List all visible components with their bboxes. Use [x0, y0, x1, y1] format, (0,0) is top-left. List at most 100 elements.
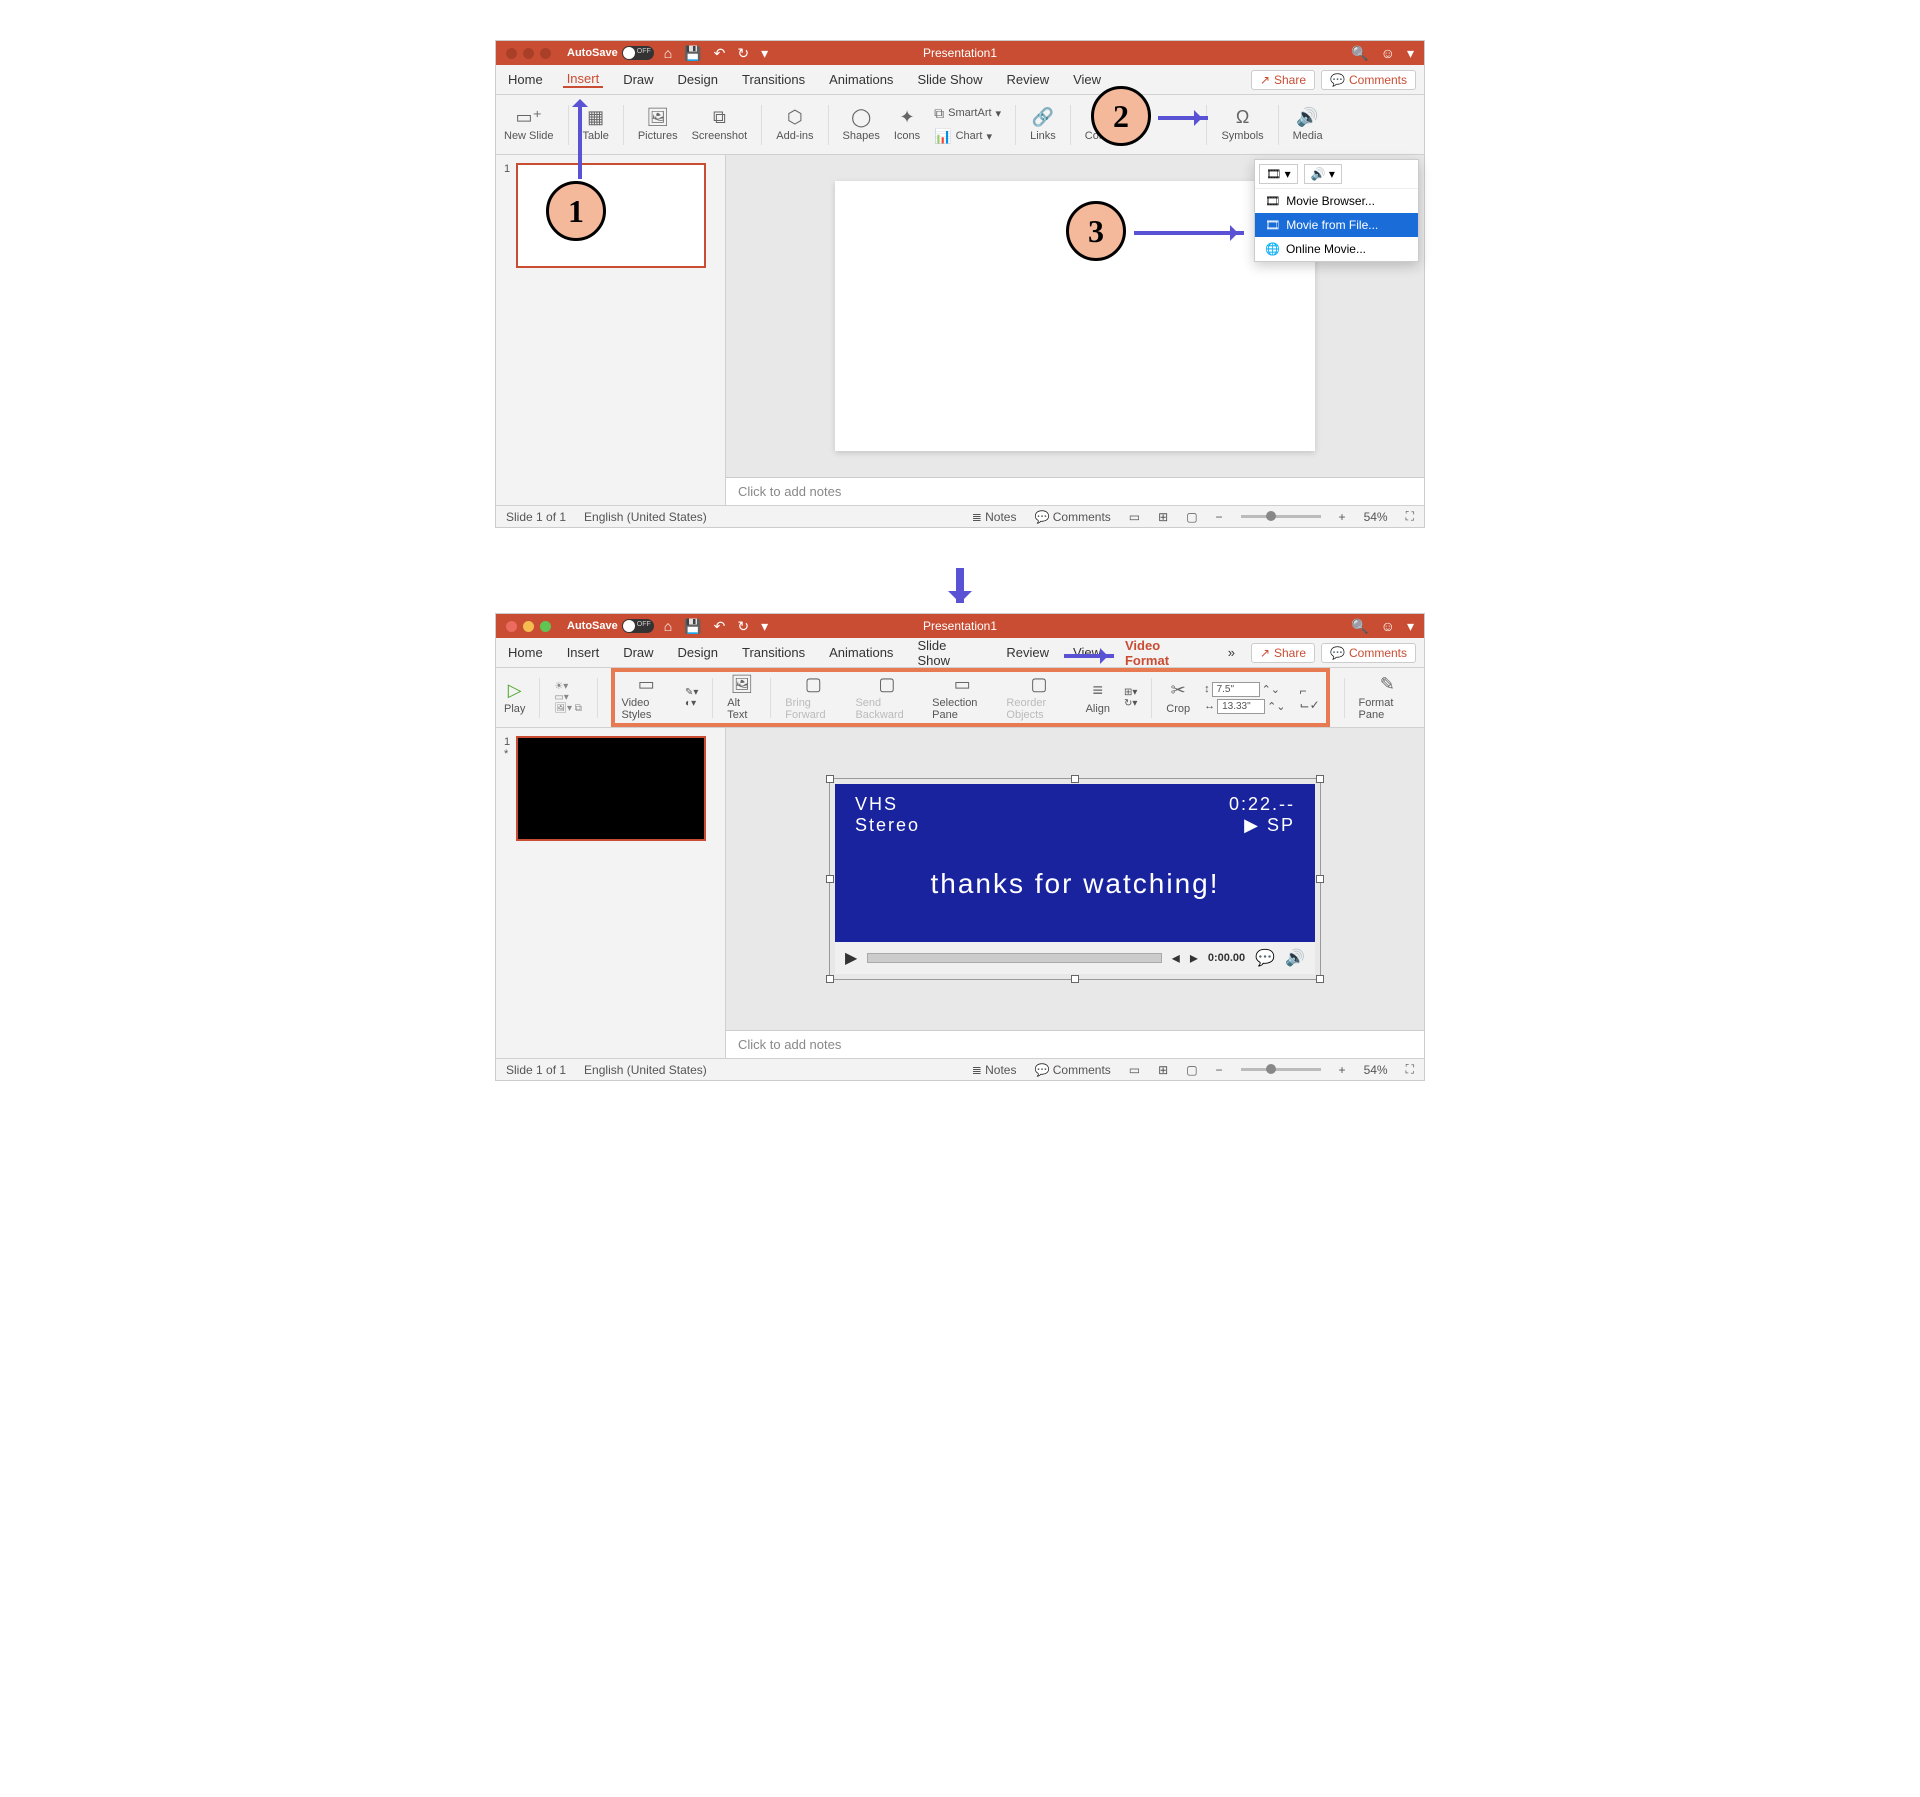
zoom-in[interactable]: + [1339, 510, 1346, 524]
crop-button[interactable]: ✂Crop [1166, 680, 1190, 715]
menu-online-movie[interactable]: 🌐 Online Movie... [1255, 237, 1418, 261]
tab-draw[interactable]: Draw [619, 72, 657, 87]
caption-icon[interactable]: 💬 [1255, 948, 1275, 968]
slide-thumbnail[interactable] [516, 163, 706, 268]
min-btn[interactable] [523, 48, 534, 59]
inserted-video[interactable]: VHS0:22.-- Stereo▶ SP thanks for watchin… [835, 784, 1315, 974]
tab-transitions[interactable]: Transitions [738, 645, 809, 660]
fit-icon[interactable]: ⛶ [1406, 509, 1414, 524]
max-btn[interactable] [540, 48, 551, 59]
notes-toggle[interactable]: ≣ Notes [972, 510, 1017, 524]
format-pane-button[interactable]: ✎Format Pane [1359, 674, 1416, 721]
tab-home[interactable]: Home [504, 72, 547, 87]
max-btn[interactable] [540, 621, 551, 632]
comments-toggle[interactable]: 💬 Comments [1034, 510, 1110, 524]
menu-movie-from-file[interactable]: 🎞 Movie from File... [1255, 213, 1418, 237]
tab-more[interactable]: » [1228, 645, 1235, 660]
view-sorter-icon[interactable]: ⊞ [1158, 510, 1168, 524]
tab-view[interactable]: View [1069, 72, 1105, 87]
links-button[interactable]: 🔗Links [1030, 107, 1056, 142]
search-icon[interactable]: 🔍 [1351, 45, 1368, 62]
thumbnail-panel-2[interactable]: 1* [496, 728, 726, 1058]
thumbnail-panel[interactable]: 1 [496, 155, 726, 505]
save-icon[interactable]: 💾 [684, 45, 701, 62]
new-slide-button[interactable]: ▭⁺New Slide [504, 107, 554, 142]
zoom-out[interactable]: − [1216, 510, 1223, 524]
tab-design[interactable]: Design [674, 645, 722, 660]
width-input[interactable]: 13.33" [1217, 699, 1265, 714]
menu-movie-browser[interactable]: 🎞 Movie Browser... [1255, 189, 1418, 213]
min-btn[interactable] [523, 621, 534, 632]
more-icon[interactable]: ▾ [761, 45, 768, 62]
shapes-button[interactable]: ◯Shapes [843, 107, 880, 142]
tab-home[interactable]: Home [504, 645, 547, 660]
redo-icon[interactable]: ↻ [737, 618, 749, 635]
icons-button[interactable]: ✦Icons [894, 107, 920, 142]
language[interactable]: English (United States) [584, 510, 707, 524]
dropdown-icon[interactable]: ▾ [1407, 618, 1414, 635]
undo-icon[interactable]: ↶ [714, 618, 726, 635]
pictures-button[interactable]: 🖼Pictures [638, 107, 678, 142]
notes-pane[interactable]: Click to add notes [726, 477, 1424, 505]
slide-canvas-2[interactable]: VHS0:22.-- Stereo▶ SP thanks for watchin… [726, 728, 1424, 1030]
tab-animations[interactable]: Animations [825, 645, 897, 660]
addins-button[interactable]: ⬡Add-ins [776, 107, 813, 142]
step-back-icon[interactable]: ◂ [1172, 948, 1180, 968]
view-reading-icon[interactable]: ▢ [1186, 510, 1197, 524]
tab-video-format[interactable]: Video Format [1121, 638, 1212, 668]
smartart-button[interactable]: ⧉SmartArt▾ [934, 105, 1001, 122]
notes-pane-2[interactable]: Click to add notes [726, 1030, 1424, 1058]
comments-button[interactable]: 💬Comments [1321, 643, 1416, 663]
share-button[interactable]: ↗Share [1251, 643, 1315, 663]
volume-icon[interactable]: 🔊 [1285, 948, 1305, 968]
symbols-button[interactable]: ΩSymbols [1221, 107, 1263, 142]
reorder-button[interactable]: ▢Reorder Objects [1006, 674, 1071, 721]
tab-slideshow[interactable]: Slide Show [913, 638, 986, 668]
redo-icon[interactable]: ↻ [737, 45, 749, 62]
tab-insert[interactable]: Insert [563, 645, 604, 660]
tab-design[interactable]: Design [674, 72, 722, 87]
zoom-slider[interactable] [1241, 515, 1321, 518]
home-icon[interactable]: ⌂ [664, 618, 672, 635]
alt-text-button[interactable]: 🖼Alt Text [727, 674, 756, 721]
slide-thumbnail-black[interactable] [516, 736, 706, 841]
video-styles-button[interactable]: ▭Video Styles [621, 674, 671, 721]
media-button[interactable]: 🔊Media [1293, 107, 1323, 142]
undo-icon[interactable]: ↶ [714, 45, 726, 62]
play-button[interactable]: ▷Play [504, 680, 525, 715]
home-icon[interactable]: ⌂ [664, 45, 672, 62]
tab-transitions[interactable]: Transitions [738, 72, 809, 87]
tab-slideshow[interactable]: Slide Show [913, 72, 986, 87]
step-fwd-icon[interactable]: ▸ [1190, 948, 1198, 968]
more-icon[interactable]: ▾ [761, 618, 768, 635]
tab-review[interactable]: Review [1002, 645, 1053, 660]
selection-pane-button[interactable]: ▭Selection Pane [932, 674, 992, 721]
tab-review[interactable]: Review [1002, 72, 1053, 87]
autosave-toggle[interactable] [622, 619, 654, 633]
screenshot-button[interactable]: ⧉Screenshot [692, 107, 748, 142]
account-icon[interactable]: ☺ [1381, 45, 1395, 61]
search-icon[interactable]: 🔍 [1351, 618, 1368, 635]
progress-bar[interactable] [867, 953, 1161, 963]
table-button[interactable]: ▦Table [583, 107, 609, 142]
send-backward-button[interactable]: ▢Send Backward [855, 674, 918, 721]
tab-animations[interactable]: Animations [825, 72, 897, 87]
autosave-toggle[interactable] [622, 46, 654, 60]
tab-insert[interactable]: Insert [563, 71, 604, 88]
chart-button[interactable]: 📊Chart▾ [934, 128, 1001, 145]
view-normal-icon[interactable]: ▭ [1129, 510, 1140, 524]
bring-forward-button[interactable]: ▢Bring Forward [785, 674, 841, 721]
close-btn[interactable] [506, 48, 517, 59]
align-button[interactable]: ≡Align [1086, 680, 1110, 715]
account-icon[interactable]: ☺ [1381, 618, 1395, 634]
share-button[interactable]: ↗Share [1251, 70, 1315, 90]
audio-icon-btn[interactable]: 🔊 ▾ [1304, 164, 1342, 184]
comments-button[interactable]: 💬Comments [1321, 70, 1416, 90]
tab-draw[interactable]: Draw [619, 645, 657, 660]
dropdown-icon[interactable]: ▾ [1407, 45, 1414, 62]
play-icon[interactable]: ▶ [845, 948, 857, 968]
close-btn[interactable] [506, 621, 517, 632]
movie-icon-btn[interactable]: 🎞 ▾ [1259, 164, 1298, 184]
save-icon[interactable]: 💾 [684, 618, 701, 635]
height-input[interactable]: 7.5" [1212, 682, 1260, 697]
